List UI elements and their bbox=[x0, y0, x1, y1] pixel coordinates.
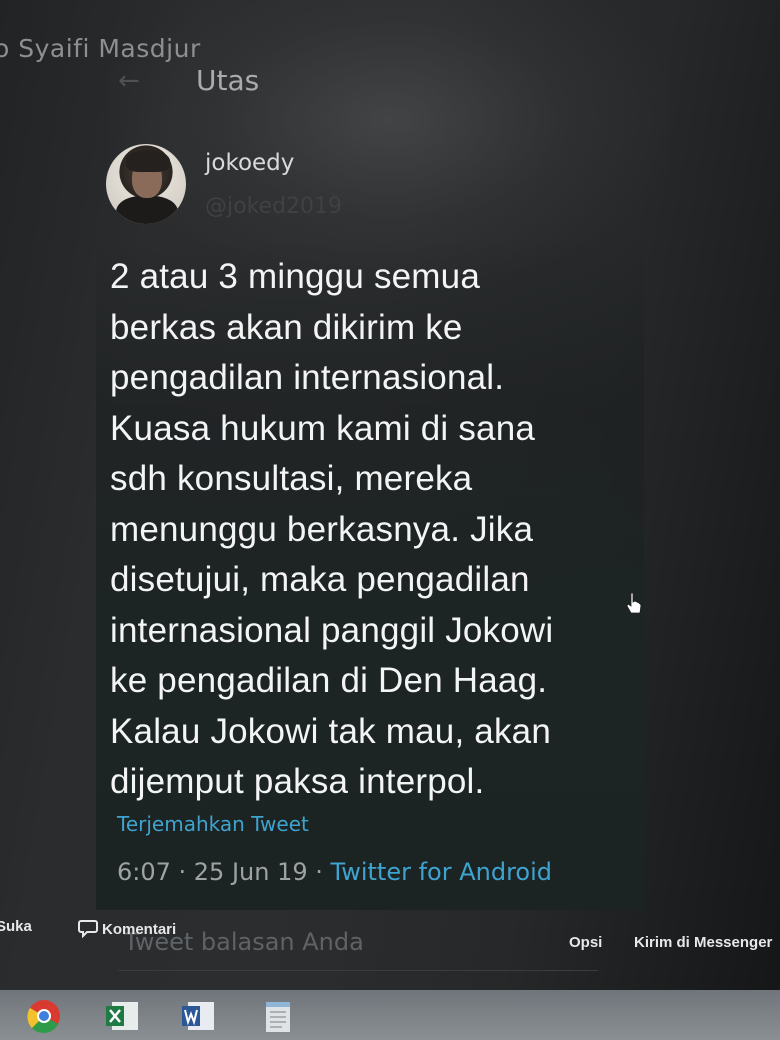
hand-cursor-icon bbox=[626, 592, 642, 614]
reply-input[interactable]: Tweet balasan Anda bbox=[118, 924, 598, 971]
avatar[interactable] bbox=[106, 144, 186, 224]
arrow-left-icon[interactable]: ← bbox=[118, 66, 140, 96]
tweet-meta: 6:07 · 25 Jun 19 · Twitter for Android bbox=[117, 858, 552, 886]
thread-title: Utas bbox=[196, 64, 260, 97]
chrome-icon[interactable] bbox=[24, 998, 64, 1034]
comment-label: Komentari bbox=[102, 921, 177, 938]
comment-button[interactable]: Komentari bbox=[78, 918, 177, 939]
like-label: Suka bbox=[0, 918, 32, 935]
monitor-screen: o Syaifi Masdjur ← Utas jokoedy @joked20… bbox=[0, 0, 780, 1040]
comment-icon bbox=[78, 920, 98, 939]
facebook-post-author[interactable]: o Syaifi Masdjur bbox=[0, 34, 201, 63]
tweet-time-date: 6:07 · 25 Jun 19 · bbox=[117, 858, 331, 886]
tweet-text: 2 atau 3 minggu semua berkas akan dikiri… bbox=[110, 257, 554, 801]
excel-icon[interactable] bbox=[102, 998, 142, 1034]
send-messenger-label: Kirim di Messenger bbox=[634, 934, 773, 951]
avatar-body-shape bbox=[116, 196, 178, 224]
like-button[interactable]: Suka bbox=[0, 918, 32, 935]
tweet-display-name[interactable]: jokoedy bbox=[205, 150, 294, 176]
avatar-hair-shape bbox=[126, 150, 170, 172]
tweet-username[interactable]: @joked2019 bbox=[205, 194, 342, 219]
send-in-messenger-button[interactable]: Kirim di Messenger bbox=[634, 934, 772, 951]
translate-tweet-link[interactable]: Terjemahkan Tweet bbox=[117, 812, 309, 836]
word-icon[interactable] bbox=[178, 998, 218, 1034]
options-label: Opsi bbox=[569, 934, 603, 951]
notepad-icon[interactable] bbox=[258, 998, 298, 1034]
windows-taskbar bbox=[0, 990, 780, 1040]
tweet-source-link[interactable]: Twitter for Android bbox=[331, 858, 552, 886]
thread-header: ← Utas bbox=[112, 62, 512, 102]
options-button[interactable]: Opsi bbox=[569, 934, 602, 951]
